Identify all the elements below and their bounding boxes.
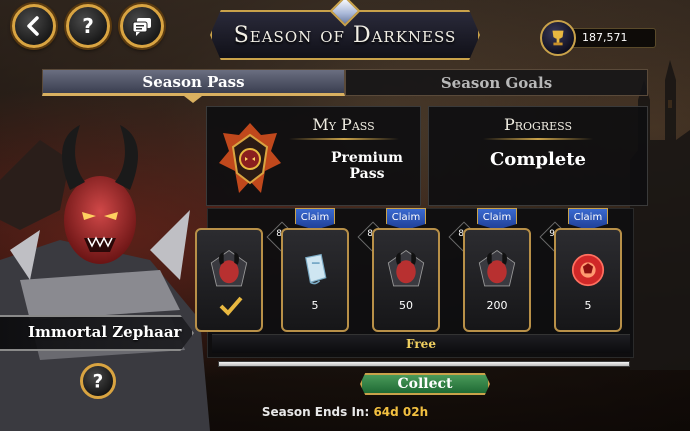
chat-icon [132, 18, 151, 36]
svg-text:?: ? [93, 371, 104, 392]
help-icon: ? [93, 371, 104, 392]
help-icon: ? [82, 14, 94, 38]
season-progress-bar [218, 361, 630, 367]
my-pass-panel: My Pass Premium Pass [206, 106, 421, 206]
divider [288, 138, 399, 140]
collect-button[interactable]: Collect [360, 373, 490, 395]
chat-button[interactable] [120, 4, 164, 48]
back-icon [27, 16, 39, 36]
progress-panel: Progress Complete [428, 106, 648, 206]
season-end-label: Season Ends In: [261, 405, 370, 419]
demon-portrait-icon [203, 244, 255, 296]
reward-card[interactable]: 50 [372, 228, 440, 332]
reward-quantity: 50 [399, 299, 413, 312]
season-end-timer: Season Ends In: 64d 02h [200, 405, 490, 419]
svg-text:?: ? [82, 14, 94, 38]
divider [483, 138, 593, 140]
trophy-icon [540, 20, 576, 56]
hero-help-button[interactable]: ? [80, 363, 116, 399]
reward-card[interactable] [195, 228, 263, 332]
demon-portrait-icon [471, 244, 523, 296]
progress-title: Progress [503, 115, 573, 134]
season-end-time: 64d 02h [373, 405, 429, 419]
tab-season-goals[interactable]: Season Goals [345, 69, 648, 96]
scroll-icon [289, 244, 341, 296]
currency-value: 187,571 [582, 31, 628, 44]
reward-quantity: 200 [486, 299, 508, 312]
active-tab-indicator [184, 96, 202, 103]
checkmark-icon [219, 296, 243, 316]
my-pass-title: My Pass [312, 115, 375, 134]
tab-bar: Season Pass Season Goals [42, 69, 648, 96]
free-track-bar: Free [212, 334, 630, 353]
currency-display: 187,571 [540, 20, 660, 56]
progress-value: Complete [489, 149, 587, 170]
season-progress-fill [219, 362, 629, 366]
hero-name: Immortal Zephaar [28, 323, 182, 341]
free-label: Free [406, 337, 436, 351]
help-button[interactable]: ? [66, 4, 110, 48]
demon-portrait-icon [380, 244, 432, 296]
reward-card[interactable]: 5 [281, 228, 349, 332]
reward-quantity: 5 [584, 299, 592, 312]
red-orb-icon [562, 244, 614, 296]
reward-card[interactable]: 200 [463, 228, 531, 332]
reward-quantity: 5 [311, 299, 319, 312]
tab-season-pass[interactable]: Season Pass [42, 69, 345, 96]
back-button[interactable] [12, 4, 56, 48]
reward-card[interactable]: 5 [554, 228, 622, 332]
my-pass-value: Premium Pass [331, 150, 403, 182]
